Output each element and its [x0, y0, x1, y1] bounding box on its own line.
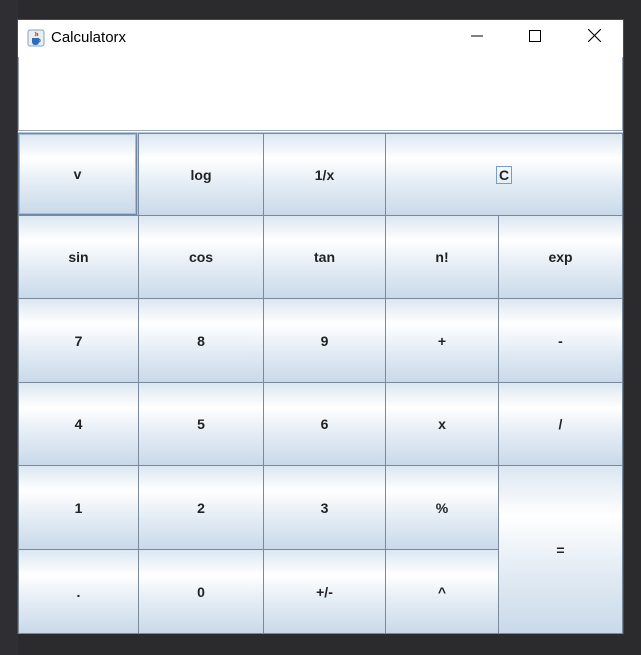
- sqrt-button[interactable]: v: [18, 133, 137, 215]
- power-button[interactable]: ^: [385, 549, 499, 634]
- java-cup-icon: [27, 29, 45, 47]
- digit-5-button[interactable]: 5: [138, 382, 264, 466]
- clear-button[interactable]: C: [385, 133, 623, 216]
- percent-button[interactable]: %: [385, 465, 499, 550]
- digit-9-button[interactable]: 9: [263, 298, 386, 383]
- minus-button[interactable]: -: [498, 298, 623, 383]
- display-field[interactable]: [18, 57, 623, 131]
- maximize-button[interactable]: [506, 20, 564, 56]
- minimize-icon: [471, 29, 483, 47]
- digit-0-button[interactable]: 0: [138, 549, 264, 634]
- reciprocal-button[interactable]: 1/x: [263, 133, 386, 216]
- factorial-button[interactable]: n!: [385, 215, 499, 299]
- multiply-button[interactable]: x: [385, 382, 499, 466]
- clear-label: C: [495, 165, 513, 184]
- window-title: Calculatorx: [51, 29, 127, 46]
- digit-7-button[interactable]: 7: [18, 298, 139, 383]
- digit-3-button[interactable]: 3: [263, 465, 386, 550]
- title-bar[interactable]: Calculatorx: [18, 20, 623, 56]
- digit-2-button[interactable]: 2: [138, 465, 264, 550]
- desktop-background: [0, 0, 18, 655]
- decimal-point-button[interactable]: .: [18, 549, 139, 634]
- close-icon: [587, 28, 601, 47]
- sin-button[interactable]: sin: [18, 215, 139, 299]
- log-button[interactable]: log: [138, 133, 264, 216]
- keypad: v log 1/x C sin cos tan n! exp 7 8 9 + -…: [18, 132, 623, 634]
- exp-button[interactable]: exp: [498, 215, 623, 299]
- tan-button[interactable]: tan: [263, 215, 386, 299]
- digit-8-button[interactable]: 8: [138, 298, 264, 383]
- plus-button[interactable]: +: [385, 298, 499, 383]
- close-button[interactable]: [565, 20, 623, 56]
- calculator-window: Calculatorx v log 1/x C sin cos tan n! e…: [17, 19, 624, 634]
- digit-4-button[interactable]: 4: [18, 382, 139, 466]
- divide-button[interactable]: /: [498, 382, 623, 466]
- negate-button[interactable]: +/-: [263, 549, 386, 634]
- equals-button[interactable]: =: [498, 465, 623, 634]
- minimize-button[interactable]: [448, 20, 506, 56]
- digit-6-button[interactable]: 6: [263, 382, 386, 466]
- maximize-icon: [529, 29, 541, 47]
- digit-1-button[interactable]: 1: [18, 465, 139, 550]
- cos-button[interactable]: cos: [138, 215, 264, 299]
